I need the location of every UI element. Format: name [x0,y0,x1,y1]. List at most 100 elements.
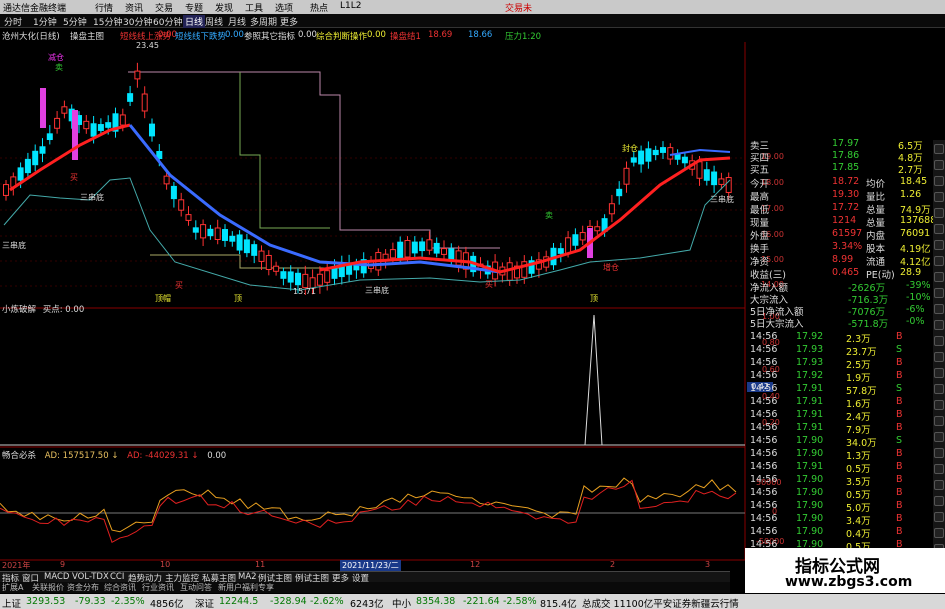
ext-tab[interactable]: 行业资讯 [142,582,174,593]
stat-value: 61597 [832,228,863,239]
candle-body [557,248,564,254]
tool-icon[interactable] [934,480,944,490]
tab-vol[interactable]: VOL-TDX [72,572,109,582]
tool-icon[interactable] [934,528,944,538]
tick-time: 14:56 [750,526,778,537]
ad-line [0,477,737,533]
seal-label: 封仓 [622,144,638,153]
tick-direction: B [896,526,903,537]
stat-row: 今开 18.72 均价 18.45 [748,176,933,190]
tick-direction: B [896,513,903,524]
tool-icon[interactable] [934,320,944,330]
candle-body [265,254,272,271]
tool-icon[interactable] [934,432,944,442]
stat-key: PE(动) [866,270,895,281]
tool-icon[interactable] [934,224,944,234]
date-highlight: 2021/11/23/二 [340,560,401,571]
tick-price: 17.90 [796,487,824,498]
tick-row: 14:56 17.91 0.5万 B [748,461,933,475]
tool-icon[interactable] [934,256,944,266]
candle-body [433,242,440,254]
candle-body [61,106,68,114]
panel2-title[interactable]: 小炼破解 [2,305,36,315]
stat-row: 外盘 61597 内盘 76091 [748,228,933,242]
tool-icon[interactable] [934,464,944,474]
tool-icon[interactable] [934,384,944,394]
bottom-marker: 顶 [234,294,242,303]
tick-direction: B [896,461,903,472]
ext-tab[interactable]: 综合资讯 [104,582,136,593]
tick-price: 17.91 [796,409,824,420]
market-status-bar: 上证 3293.53 -79.33 -2.35% 4856亿 深证 12244.… [0,594,945,609]
stat-key: 外盘 [750,231,770,242]
index-pct: -2.58% [503,596,537,607]
tool-icon[interactable] [934,336,944,346]
ext-tab[interactable]: 扩展A [2,582,23,593]
tab-ma2[interactable]: MA2 [238,572,257,582]
stat-key: 现量 [750,218,770,229]
candle-body [608,203,615,215]
tool-icon[interactable] [934,448,944,458]
tab-cci[interactable]: CCI [110,572,124,582]
tick-price: 17.92 [796,370,824,381]
tool-icon[interactable] [934,304,944,314]
candle-body [287,271,294,283]
panel3-title[interactable]: 畅合必杀 [2,451,36,461]
tool-icon[interactable] [934,160,944,170]
panel3-m-label: AD: [127,451,143,461]
candle-body [353,264,360,271]
ext-tab[interactable]: 资金分布 [67,582,99,593]
tick-qty: 57.8万 [846,386,877,397]
tool-icon[interactable] [934,496,944,506]
watermark-logo: 指标公式网 www.zbgs3.com [745,548,945,593]
ext-tab[interactable]: 新用户福利专享 [218,582,274,593]
panel3-m-value: -44029.31 [145,451,189,461]
tool-icon[interactable] [934,352,944,362]
tool-icon[interactable] [934,144,944,154]
ext-tab[interactable]: 互动问答 [180,582,212,593]
flow-pct: -10% [906,292,931,303]
tool-icon[interactable] [934,288,944,298]
candle-body [441,248,447,255]
tool-icon[interactable] [934,368,944,378]
index-name[interactable]: 上证 [2,596,21,609]
tool-icon[interactable] [934,512,944,522]
candle-body [404,239,411,258]
index-name[interactable]: 中小 [392,596,411,609]
stat-value: 4.19亿 [900,244,931,255]
stat-value: 76091 [900,228,931,239]
tool-icon[interactable] [934,400,944,410]
tool-icon[interactable] [934,192,944,202]
index-amount: 6243亿 [350,599,384,609]
tick-time: 14:56 [750,474,778,485]
tool-icon[interactable] [934,176,944,186]
tick-row: 14:56 17.91 2.4万 B [748,409,933,423]
ma-up-line [319,156,731,274]
tool-icon[interactable] [934,208,944,218]
ext-tab[interactable]: 关联报价 [32,582,64,593]
high-price-label: 23.45 [136,41,159,50]
tick-qty: 2.4万 [846,412,871,423]
tick-direction: B [896,474,903,485]
tick-qty: 0.5万 [846,490,871,501]
tool-icon[interactable] [934,240,944,250]
tab-macd[interactable]: MACD [44,572,69,582]
candle-body [236,234,243,251]
stat-key: 股本 [866,244,886,255]
panel3-ad-label: AD: [44,451,60,461]
candle-body [579,232,586,241]
tool-icon[interactable] [934,272,944,282]
stat-value: 18.72 [832,176,860,187]
candle-body [258,250,265,262]
candle-body [623,167,630,185]
tool-icon[interactable] [934,416,944,426]
index-name[interactable]: 深证 [195,596,214,609]
tick-price: 17.90 [796,474,824,485]
candle-body [565,237,572,254]
tick-time: 14:56 [750,331,778,342]
tick-row: 14:56 17.93 23.7万 S [748,344,933,358]
tick-time: 14:56 [750,409,778,420]
stat-value: 3.34% [832,241,863,252]
tick-direction: S [896,383,903,394]
candle-body [149,123,155,137]
